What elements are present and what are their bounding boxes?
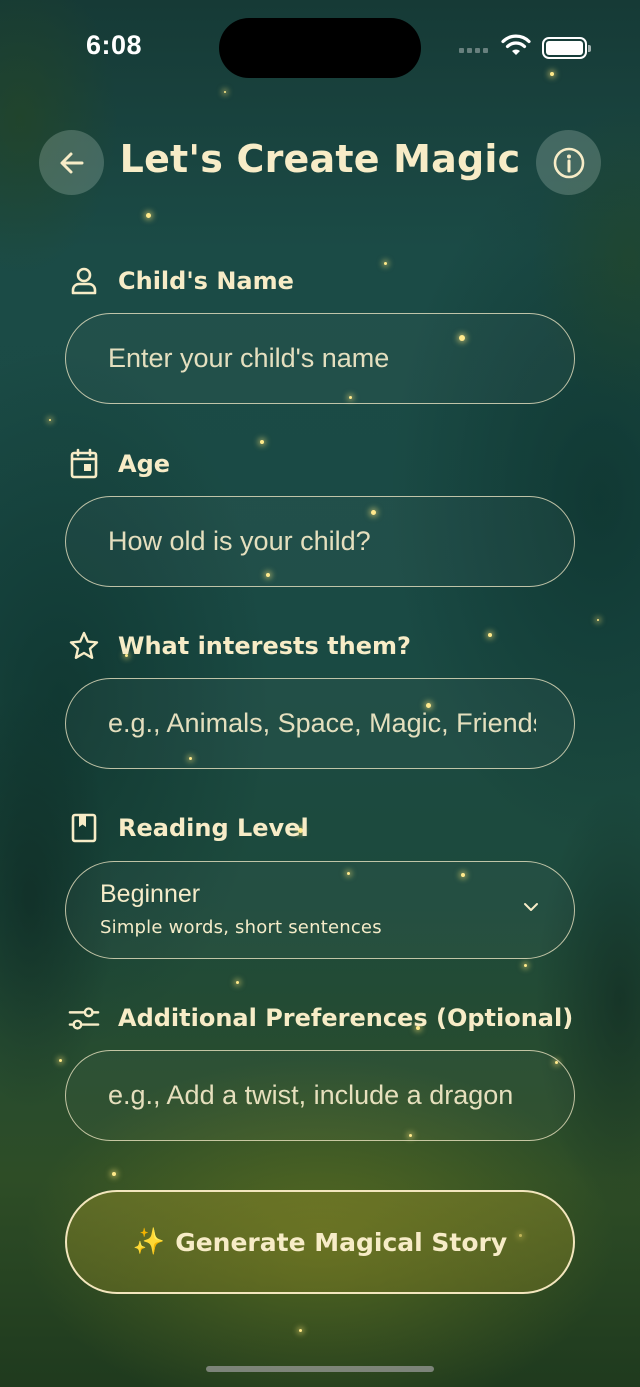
battery-icon [542, 37, 591, 59]
dynamic-island [219, 18, 421, 78]
preferences-label-row: Additional Preferences (Optional) [68, 1002, 573, 1034]
sparkle-dot [488, 633, 492, 637]
interests-input[interactable] [108, 679, 536, 768]
sparkle-dot [260, 440, 264, 444]
preferences-label: Additional Preferences (Optional) [118, 1004, 574, 1032]
calendar-icon [68, 448, 100, 480]
sparkle-dot [112, 1172, 116, 1176]
sparkles-icon: ✨ [132, 1227, 166, 1257]
sparkle-dot [49, 419, 51, 421]
preferences-field[interactable] [65, 1050, 575, 1141]
age-label-row: Age [68, 448, 170, 480]
person-icon [68, 265, 100, 297]
age-label: Age [118, 450, 171, 478]
sparkle-dot [550, 72, 554, 76]
sparkle-dot [523, 963, 527, 967]
generate-story-label: Generate Magical Story [175, 1227, 508, 1257]
child-name-input[interactable] [108, 314, 536, 403]
sparkle-dot [235, 980, 239, 984]
star-icon [68, 630, 100, 662]
interests-label-row: What interests them? [68, 630, 411, 662]
info-button[interactable] [536, 130, 601, 195]
sparkle-dot [597, 619, 599, 621]
home-indicator [206, 1366, 434, 1372]
sparkle-dot [58, 1058, 62, 1062]
interests-label: What interests them? [118, 632, 411, 660]
reading-level-description: Simple words, short sentences [100, 917, 382, 938]
generate-story-button[interactable]: ✨ Generate Magical Story [65, 1190, 575, 1294]
child-name-field[interactable] [65, 313, 575, 404]
age-input[interactable] [108, 497, 536, 586]
sparkle-dot [145, 212, 151, 218]
child-name-label-row: Child's Name [68, 265, 294, 297]
sparkle-dot [224, 91, 226, 93]
reading-level-select[interactable]: Beginner Simple words, short sentences [65, 861, 575, 959]
sparkle-dot [298, 1328, 302, 1332]
chevron-down-icon [524, 903, 538, 911]
reading-level-label-row: Reading Level [68, 812, 309, 844]
age-field[interactable] [65, 496, 575, 587]
preferences-input[interactable] [108, 1051, 536, 1140]
interests-field[interactable] [65, 678, 575, 769]
reading-level-value: Beginner [100, 880, 201, 908]
wifi-icon [501, 34, 531, 55]
sliders-icon [68, 1002, 100, 1034]
book-icon [68, 812, 100, 844]
reading-level-label: Reading Level [118, 814, 309, 842]
child-name-label: Child's Name [118, 267, 294, 295]
cellular-signal-icon [459, 48, 488, 53]
info-circle-icon [553, 147, 584, 178]
status-time: 6:08 [86, 30, 143, 60]
sparkle-dot [383, 261, 387, 265]
